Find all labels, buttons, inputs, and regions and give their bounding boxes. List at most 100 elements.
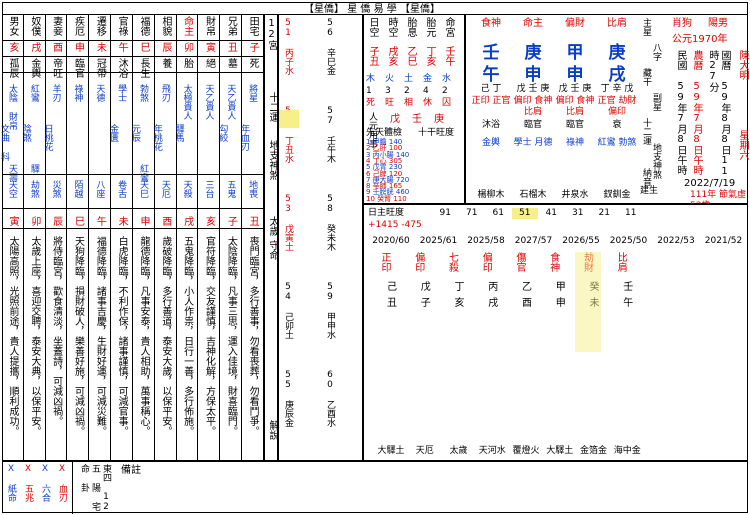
palace-lower-branch: 巳 [72, 216, 84, 226]
dayun-range: 2021/52 [704, 236, 743, 246]
palace-star: 紅鸞 [28, 84, 39, 102]
palace-lower-star: 陌越 [72, 180, 83, 198]
palace-explanation: 太陽高照，光照前途，貴人提攜，順利成功。 [7, 236, 18, 436]
palace-name: 官祿 [116, 16, 128, 36]
palace-lower-branch: 午 [94, 216, 106, 226]
pillar-star: 紅鸞 勃煞 [597, 138, 637, 148]
palace-star: 陰煞 [20, 124, 31, 142]
info-value: 子丑 [367, 46, 378, 66]
palace-branch: 戌 [28, 42, 40, 52]
palace-lower-star: 天殺 [181, 180, 192, 198]
dayun-star: 大驛土 [546, 446, 574, 456]
palace-star: 驛 [28, 164, 39, 173]
palace-rule [2, 174, 264, 175]
info-value: 乙巳 [405, 46, 416, 66]
wuxing-count: 2 [442, 86, 448, 96]
dayun-branch: 申 [555, 298, 566, 309]
palace-star: 元辰 [130, 124, 140, 142]
palace-stage: 金輿 [28, 58, 40, 78]
person-stem: 壬 [412, 114, 422, 125]
palace-star: 年血刃 [239, 124, 250, 151]
pillar-hidden: 己 丁 [480, 84, 502, 94]
palace-lower-star: 三台 [203, 180, 214, 198]
dayun-range: 2022/53 [657, 236, 695, 246]
palace-rule [2, 56, 264, 57]
current-dayun-highlight [575, 252, 601, 352]
palace-stage: 胎 [181, 58, 193, 68]
label-taisui: 太歲 [267, 216, 278, 236]
highlight-cell [279, 110, 299, 128]
dayun-star: 大驛土 [377, 446, 405, 456]
marker: X 五兆 [23, 464, 33, 502]
palace-star: 天乙貴人 [203, 84, 214, 120]
palace-name: 奴僕 [28, 16, 40, 36]
dayun-strength: 61 [492, 208, 504, 218]
dayun-range: 2027/57 [514, 236, 553, 246]
palace-column: 奴僕戌金輿 紅鸞 陰煞驛劫煞卯太歲上座，喜迎交聘，泰安大典，以保平安。 [21, 14, 46, 461]
wuxing-count: 4 [423, 86, 429, 96]
pillar-hidden-gods: 偏印 食神 比肩 [555, 96, 595, 117]
palace-star: 將星 [247, 84, 258, 102]
info-label: 日空 [367, 17, 378, 37]
palace-lower-branch: 未 [116, 216, 128, 226]
palace-branch: 丑 [225, 42, 237, 52]
dayun-stem: 己 [387, 282, 397, 293]
palace-branch: 酉 [50, 42, 62, 52]
dayun-stem: 壬 [623, 282, 634, 293]
wuxing-count: 1 [366, 86, 372, 96]
dayun-strength: 71 [466, 208, 478, 218]
dayun-range: 2025/61 [419, 236, 458, 246]
palace-rule [2, 40, 264, 41]
palace-explanation: 歲破降臨，多行善道，泰安大歲，以保平安。 [159, 236, 171, 436]
month-row: 60 乙酉水 [325, 370, 335, 427]
label-12gong: 12宮 [266, 18, 277, 50]
palace-lower-star: 卷舌 [116, 180, 127, 198]
wuxing-state: 旺 [385, 98, 395, 108]
palace-lower-branch: 申 [138, 216, 149, 226]
wuxing-state: 死 [366, 98, 376, 108]
wuxing-label: 水 [442, 74, 452, 84]
pillar-row-label: 納音 [641, 168, 651, 186]
pillar-star: 學士 月德 [513, 138, 553, 148]
pillar-row-label: 主星 [641, 18, 651, 36]
jian-sheng: 建生 [640, 186, 659, 196]
lunar-date: 農曆 59年7月8日午時 [691, 50, 702, 175]
zodiac-label: 肖狗 [672, 18, 692, 29]
palace-name: 男女 [7, 16, 18, 36]
dayun-branch: 午 [623, 298, 634, 309]
palace-lower-branch: 子 [225, 216, 237, 226]
pillar-stage: 衰 [612, 120, 622, 130]
wuxing-label: 木 [366, 74, 376, 84]
palace-star: 祿神 [72, 84, 83, 102]
pillar-stage: 臨官 [565, 120, 584, 130]
palace-branch: 巳 [138, 42, 149, 52]
dayun-god: 偏印 [412, 252, 424, 272]
wuxing-count: 2 [404, 86, 410, 96]
palace-star: 金匱 [108, 124, 119, 142]
pillar-hidden: 戊 壬 庚 [516, 84, 550, 94]
label-lands: 地支神煞 [267, 140, 278, 180]
person-stem: 庚 [434, 114, 444, 125]
palace-explanation: 太歲上座，喜迎交聘，泰安大典，以保平安。 [28, 236, 40, 436]
info-label: 胎息 [405, 17, 416, 37]
palace-rule [2, 72, 264, 73]
label-explain: 解說 [267, 420, 278, 440]
month-row: 59 甲申水 [325, 282, 335, 339]
pillar-stage: 臨官 [523, 120, 542, 130]
dayun-star: 太歲 [449, 446, 468, 456]
name: 陳大明 [737, 50, 748, 80]
pillar-branch: 午 [482, 65, 500, 85]
note-label: 備註 [121, 465, 141, 476]
wuxing-label: 火 [385, 74, 395, 84]
palace-lower-star: 五鬼 [225, 180, 236, 198]
palace-explanation: 天狗降臨，損財破人，樂善好施，可減凶禍。 [72, 236, 84, 436]
strength-label: 日主旺度 [368, 208, 405, 218]
palace-column: 疾厄申臨官 祿神 陌越巳天狗降臨，損財破人，樂善好施，可減凶禍。 [68, 14, 90, 461]
palace-lower-star: 八座 [94, 180, 105, 198]
palace-explanation: 喪門臨宮，多行善事，勿看喪葬，勿看鬥爭。 [247, 236, 259, 436]
wuxing-label: 土 [404, 74, 414, 84]
marker: X 血刃 [57, 464, 67, 502]
solar-date: 國曆 59年8月8日11時27分 [707, 50, 730, 177]
palace-stage: 養 [159, 58, 171, 68]
dayun-range: 2025/50 [609, 236, 648, 246]
